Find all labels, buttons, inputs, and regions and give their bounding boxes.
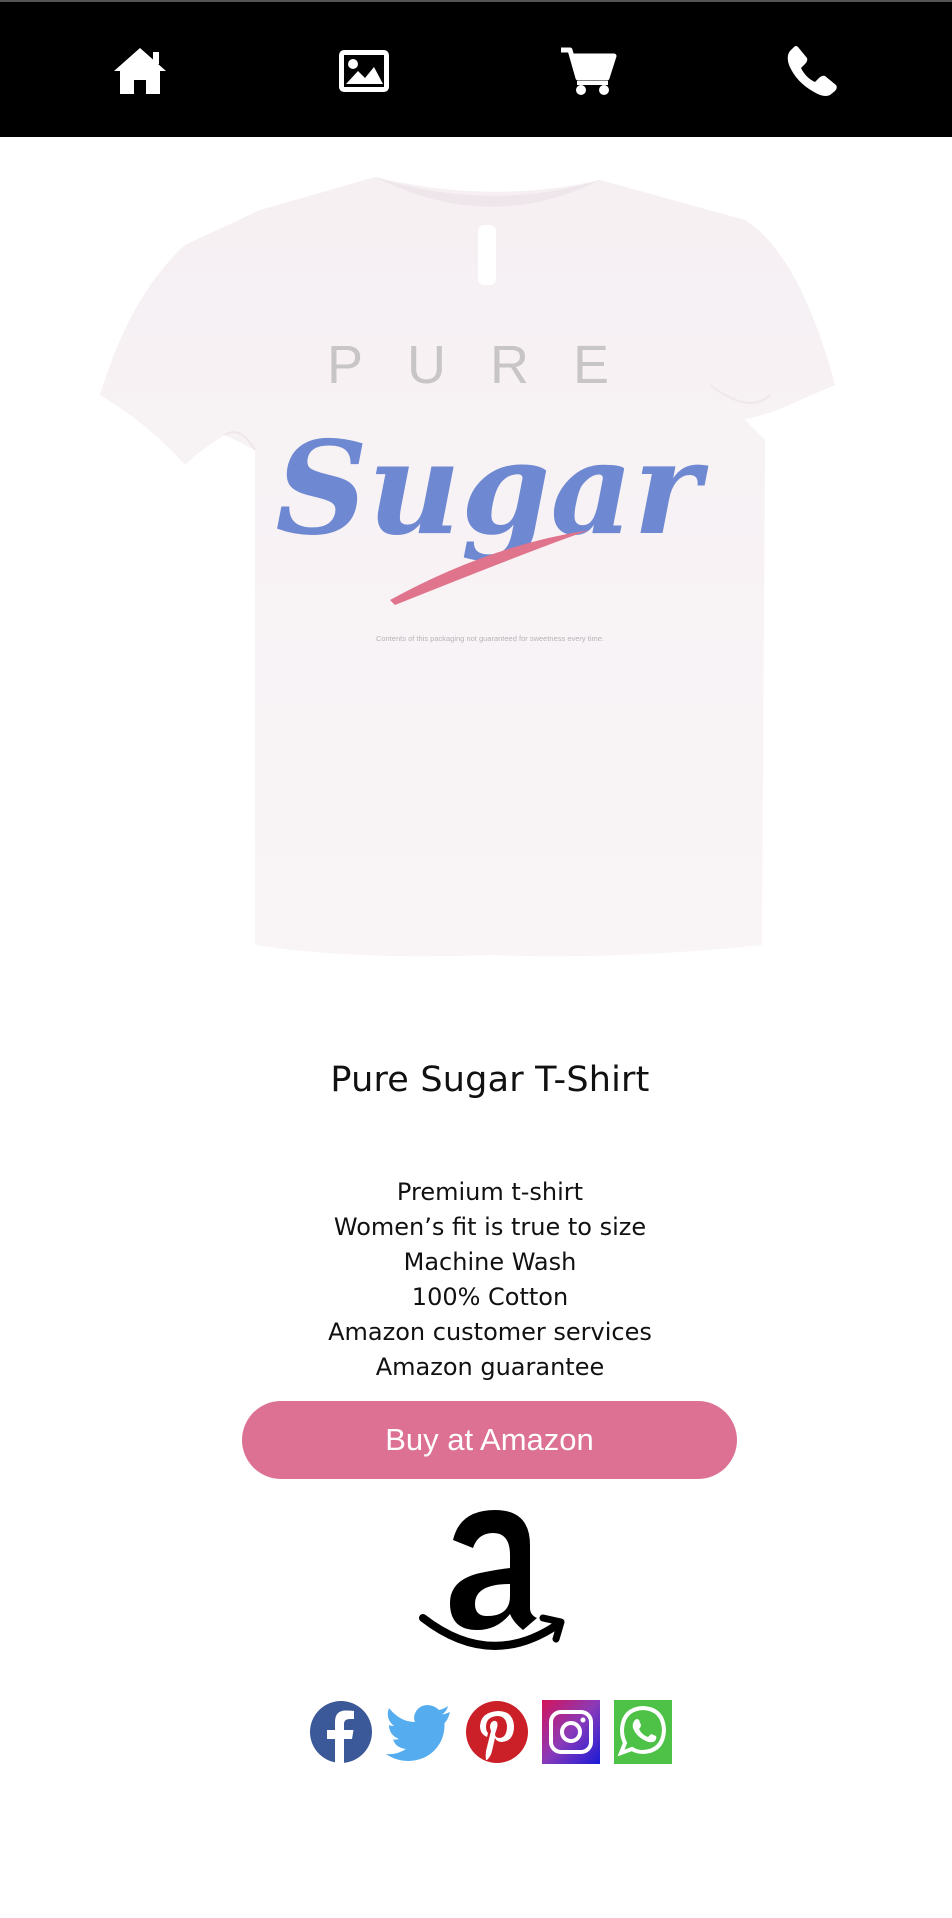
feature-item: Women’s fit is true to size [333,1213,647,1241]
feature-item: Premium t-shirt [396,1178,584,1206]
product-image: PURE Sugar Contents of this packaging no… [100,177,835,957]
nav-home-button[interactable] [105,36,175,106]
twitter-icon[interactable] [386,1700,452,1764]
feature-item: Machine Wash [403,1248,577,1276]
nav-cart-button[interactable] [553,36,623,106]
facebook-icon[interactable] [309,1700,373,1764]
home-icon [114,48,166,94]
nav-gallery-button[interactable] [329,36,399,106]
shirt-text-sugar: Sugar [275,414,709,564]
image-icon [339,50,389,92]
instagram-icon[interactable] [542,1700,600,1764]
buy-at-amazon-button[interactable]: Buy at Amazon [242,1401,737,1479]
feature-list: Premium t-shirt Women’s fit is true to s… [0,1175,952,1385]
phone-icon [787,46,837,96]
shirt-fine-print: Contents of this packaging not guarantee… [376,634,604,643]
whatsapp-icon[interactable] [614,1700,672,1764]
shirt-text-pure: PURE [327,335,653,395]
amazon-logo[interactable] [415,1500,565,1650]
product-title: Pure Sugar T-Shirt [330,1060,650,1100]
pinterest-icon[interactable] [466,1700,528,1764]
feature-item: Amazon guarantee [375,1353,605,1381]
cart-icon [561,47,617,95]
feature-item: Amazon customer services [328,1318,652,1346]
feature-item: 100% Cotton [411,1283,569,1311]
page: PURE Sugar Contents of this packaging no… [0,0,952,1918]
top-nav-bar [0,0,952,137]
nav-phone-button[interactable] [777,36,847,106]
